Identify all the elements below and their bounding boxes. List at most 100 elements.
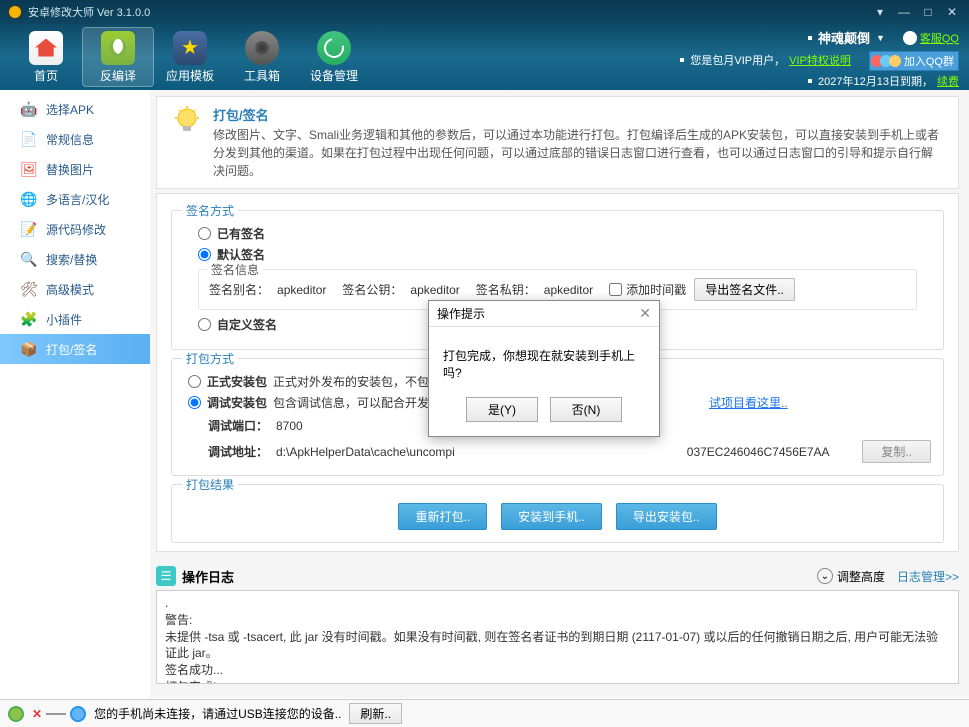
privkey-label: 签名私钥： [476,281,536,298]
log-header: ☰ 操作日志 ⌄调整高度 日志管理>> [156,562,959,590]
checkbox-label: 添加时间戳 [626,281,686,298]
fieldset-legend: 打包结果 [182,476,238,493]
image-icon: 🖼 [20,160,38,178]
header-user-area: 神魂颠倒 ▼ 客服QQ 您是包月VIP用户， VIP特权说明 加入QQ群 202… [680,28,959,91]
privkey-value: apkeditor [544,283,593,297]
code-icon: 📝 [20,220,38,238]
repack-button[interactable]: 重新打包.. [398,503,487,530]
toolbox-icon [245,31,279,65]
dialog-yes-button[interactable]: 是(Y) [466,397,538,422]
qq-group-button[interactable]: 加入QQ群 [869,51,959,71]
status-bar: ✕ 您的手机尚未连接，请通过USB连接您的设备.. 刷新.. [0,699,969,727]
refresh-button[interactable]: 刷新.. [349,703,402,724]
sidebar-item-source[interactable]: 📝源代码修改 [0,214,150,244]
adjust-height-button[interactable]: ⌄调整高度 [817,568,885,585]
copy-button[interactable]: 复制.. [862,440,931,463]
radio-release[interactable] [188,375,201,388]
dialog-title: 操作提示 [437,305,639,322]
vip-privilege-link[interactable]: VIP特权说明 [789,52,851,68]
radio-custom-sign[interactable] [198,318,211,331]
sidebar-item-replace-image[interactable]: 🖼替换图片 [0,154,150,184]
sidebar-item-plugin[interactable]: 🧩小插件 [0,304,150,334]
addr-label: 调试地址： [208,443,276,460]
radio-existing-sign[interactable] [198,227,211,240]
nav-decompile[interactable]: 反编译 [82,27,154,87]
log-manage-link[interactable]: 日志管理>> [897,568,959,585]
device-icon [317,31,351,65]
dialog-message: 打包完成，你想现在就安装到手机上吗? [429,327,659,397]
star-icon [173,31,207,65]
qq-icon [903,31,917,45]
alias-value: apkeditor [277,283,326,297]
nav-home[interactable]: 首页 [10,27,82,87]
pubkey-label: 签名公钥： [342,281,402,298]
nav-toolbox[interactable]: 工具箱 [226,27,298,87]
android-icon [101,31,135,65]
chevron-down-icon[interactable]: ▼ [876,33,885,43]
minimize-button[interactable]: — [895,5,913,19]
fieldset-legend: 签名方式 [182,202,238,219]
connection-dot-device [8,706,24,722]
sidebar-item-search[interactable]: 🔍搜索/替换 [0,244,150,274]
fieldset-legend: 打包方式 [182,350,238,367]
export-sign-button[interactable]: 导出签名文件.. [694,278,795,301]
radio-label: 正式安装包 [207,373,267,390]
radio-debug[interactable] [188,396,201,409]
export-apk-button[interactable]: 导出安装包.. [616,503,717,530]
nav-label: 设备管理 [310,67,358,84]
home-icon [29,31,63,65]
renew-link[interactable]: 续费 [937,73,959,89]
radio-label: 调试安装包 [207,394,267,411]
radio-label: 已有签名 [217,225,265,242]
sidebar-item-language[interactable]: 🌐多语言/汉化 [0,184,150,214]
debug-help-link[interactable]: 试项目看这里.. [709,394,788,411]
log-output[interactable]: . 警告: 未提供 -tsa 或 -tsacert, 此 jar 没有时间戳。如… [156,590,959,684]
plugin-icon: 🧩 [20,310,38,328]
sidebar: 🤖选择APK 📄常规信息 🖼替换图片 🌐多语言/汉化 📝源代码修改 🔍搜索/替换… [0,90,150,698]
intro-title: 打包/签名 [213,105,944,124]
android-icon: 🤖 [20,100,38,118]
addr-value: d:\ApkHelperData\cache\uncompi037EC24604… [276,445,862,459]
log-icon: ☰ [156,566,176,586]
sidebar-item-info[interactable]: 📄常规信息 [0,124,150,154]
sidebar-item-package[interactable]: 📦打包/签名 [0,334,150,364]
sidebar-item-select-apk[interactable]: 🤖选择APK [0,94,150,124]
intro-description: 修改图片、文字、Smali业务逻辑和其他的参数后，可以通过本功能进行打包。打包编… [213,126,944,180]
nav-label: 首页 [34,67,58,84]
header: 首页 反编译 应用模板 工具箱 设备管理 神魂颠倒 ▼ 客服QQ 您是包月VIP… [0,24,969,90]
port-label: 调试端口： [208,417,276,434]
app-title: 安卓修改大师 Ver 3.1.0.0 [28,4,150,20]
lightbulb-icon [171,105,203,137]
close-button[interactable]: ✕ [943,5,961,19]
nav-label: 工具箱 [244,67,280,84]
chevron-down-icon: ⌄ [817,568,833,584]
nav-label: 应用模板 [166,67,214,84]
connection-dot-pc [70,706,86,722]
dialog-close-icon[interactable]: ✕ [639,305,651,322]
package-icon: 📦 [20,340,38,358]
radio-label: 自定义签名 [217,316,277,333]
status-text: 您的手机尚未连接，请通过USB连接您的设备.. [94,705,341,722]
dialog-no-button[interactable]: 否(N) [550,397,622,422]
connection-x-icon: ✕ [32,707,42,721]
log-title: 操作日志 [182,567,234,586]
qq-service-link[interactable]: 客服QQ [903,30,959,46]
nav-template[interactable]: 应用模板 [154,27,226,87]
radio-default-sign[interactable] [198,248,211,261]
expire-text: 2027年12月13日到期， [818,73,933,89]
search-icon: 🔍 [20,250,38,268]
document-icon: 📄 [20,130,38,148]
pubkey-value: apkeditor [410,283,459,297]
install-phone-button[interactable]: 安装到手机.. [501,503,602,530]
wrench-icon: 🛠 [20,280,38,298]
globe-icon: 🌐 [20,190,38,208]
intro-panel: 打包/签名 修改图片、文字、Smali业务逻辑和其他的参数后，可以通过本功能进行… [156,96,959,189]
vip-text: 您是包月VIP用户， [690,52,785,68]
app-icon [8,5,22,19]
sidebar-item-advanced[interactable]: 🛠高级模式 [0,274,150,304]
nav-device[interactable]: 设备管理 [298,27,370,87]
timestamp-checkbox[interactable] [609,283,622,296]
maximize-button[interactable]: □ [919,5,937,19]
user-name[interactable]: 神魂颠倒 [818,28,870,47]
dropdown-icon[interactable]: ▾ [871,5,889,19]
